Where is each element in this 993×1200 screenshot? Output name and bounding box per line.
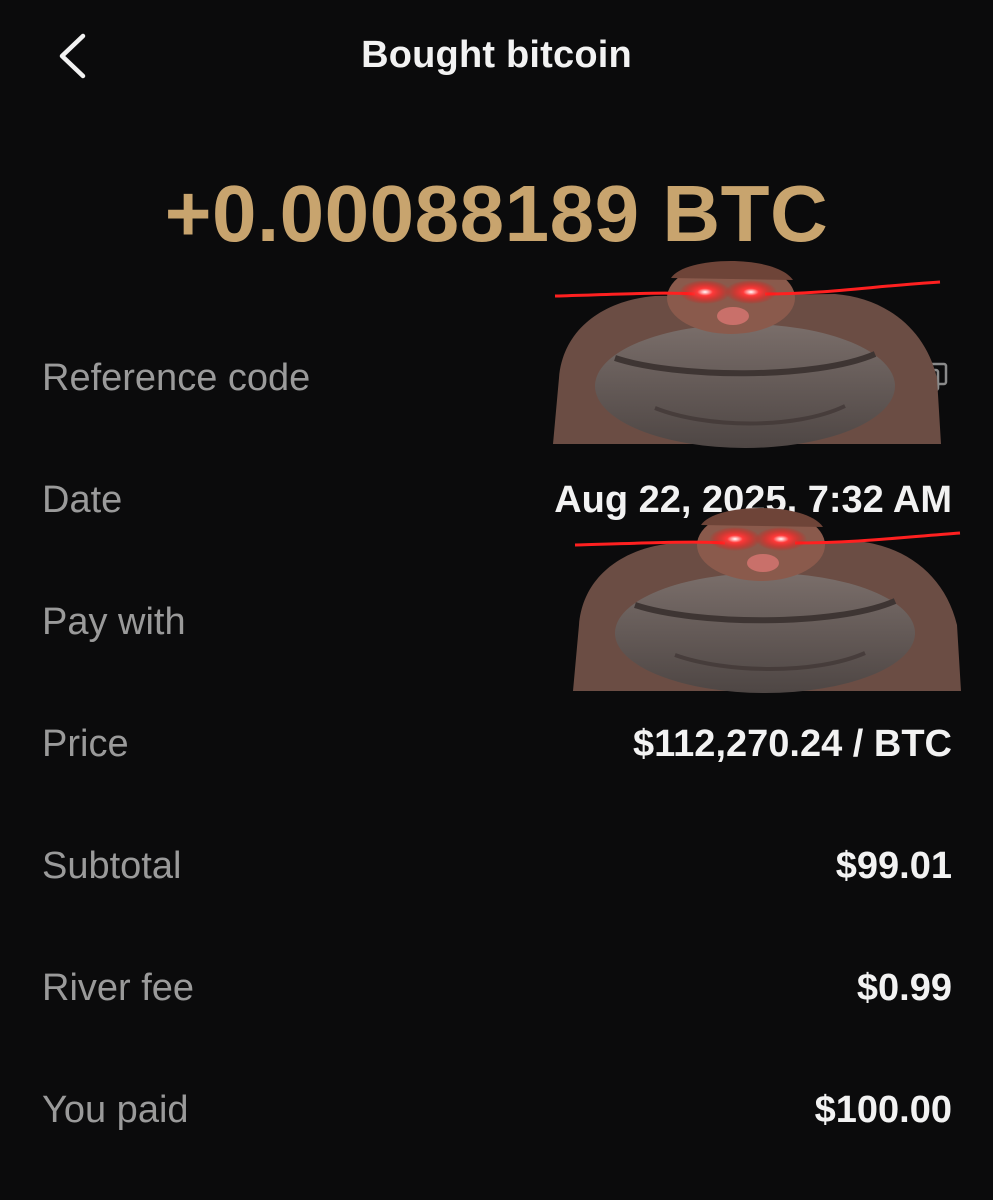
btc-amount: +0.00088189 BTC <box>164 169 829 258</box>
page-title: Bought bitcoin <box>361 34 632 76</box>
detail-label: River fee <box>42 967 195 1009</box>
detail-value: $99.01 <box>835 845 952 887</box>
laser-eyes-monkey-sticker <box>565 505 965 695</box>
detail-row-river-fee: River fee $0.99 <box>42 958 952 1018</box>
header-bar: Bought bitcoin <box>0 0 993 116</box>
detail-row-you-paid: You paid $100.00 <box>42 1080 952 1140</box>
detail-label: Reference code <box>42 357 311 399</box>
detail-value: $100.00 <box>814 1089 952 1131</box>
detail-label: Subtotal <box>42 845 182 887</box>
detail-value: $0.99 <box>856 967 952 1009</box>
detail-row-subtotal: Subtotal $99.01 <box>42 836 952 896</box>
detail-label: Pay with <box>42 601 186 643</box>
detail-label: Price <box>42 723 129 765</box>
detail-row-price: Price $112,270.24 / BTC <box>42 714 952 774</box>
laser-eyes-monkey-sticker <box>545 258 945 450</box>
detail-label: You paid <box>42 1089 189 1131</box>
detail-label: Date <box>42 479 123 521</box>
detail-value: $112,270.24 / BTC <box>633 723 952 765</box>
